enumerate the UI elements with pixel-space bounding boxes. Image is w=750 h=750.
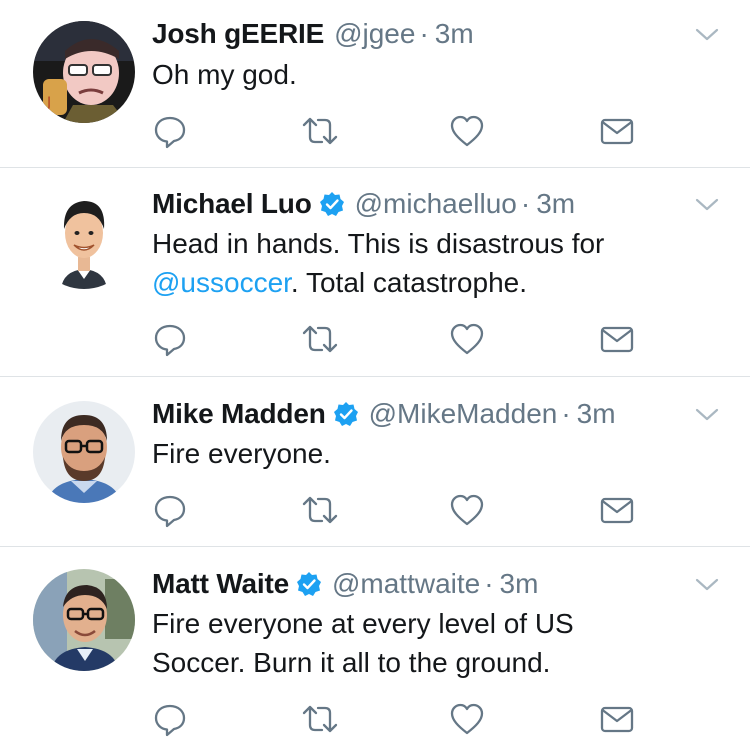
retweet-icon [302,496,338,524]
reply-button[interactable] [150,490,190,530]
author-handle[interactable]: @michaelluo [355,184,517,224]
separator-dot: · [484,568,494,599]
separator-dot: · [561,398,571,429]
author-name[interactable]: Matt Waite [152,564,289,604]
verified-badge-icon [333,402,358,426]
direct-message-icon [600,497,634,524]
reply-button[interactable] [150,319,190,359]
separator-dot: · [419,18,429,49]
chevron-down-icon[interactable] [692,195,722,215]
retweet-icon [302,117,338,145]
chevron-down-icon[interactable] [692,575,722,595]
tweet-text-line-2: Soccer. Burn it all to the ground. [152,647,551,678]
timestamp[interactable]: 3m [500,564,539,604]
cartoon-avatar-icon: J [33,21,135,123]
author-handle[interactable]: @MikeMadden [369,394,558,434]
tweet[interactable]: Mike Madden @MikeMadden · 3m Fire everyo… [0,377,750,546]
direct-message-button[interactable] [597,490,637,530]
avatar[interactable] [33,401,135,503]
retweet-icon [302,705,338,733]
direct-message-button[interactable] [597,699,637,739]
reply-button[interactable] [150,699,190,739]
tweet-text-line-2: @ussoccer. Total catastrophe. [152,263,712,302]
tweet[interactable]: J Josh gEERIE @jgee · 3m Oh my god. [0,0,750,167]
like-icon [450,323,484,355]
separator-dot: · [520,188,531,219]
svg-text:J: J [46,95,51,111]
tweet[interactable]: Matt Waite @mattwaite · 3m Fire everyone… [0,547,750,750]
direct-message-icon [600,326,634,353]
author-name[interactable]: Michael Luo [152,184,312,224]
reply-button[interactable] [150,111,190,151]
photo-avatar-icon [33,569,135,671]
avatar[interactable]: J [33,21,135,123]
verified-badge-icon [296,572,321,596]
retweet-icon [302,325,338,353]
like-icon [450,703,484,735]
like-button[interactable] [447,319,487,359]
avatar[interactable] [33,187,135,289]
direct-message-button[interactable] [597,111,637,151]
verified-badge-icon [319,192,344,216]
author-name[interactable]: Josh gEERIE [152,14,324,54]
retweet-button[interactable] [300,490,340,530]
like-button[interactable] [447,699,487,739]
chevron-down-icon[interactable] [692,405,722,425]
like-icon [450,494,484,526]
direct-message-icon [600,706,634,733]
direct-message-button[interactable] [597,319,637,359]
like-icon [450,115,484,147]
retweet-button[interactable] [300,111,340,151]
tweet-text-continued: . Total catastrophe. [290,267,527,298]
mention-link[interactable]: @ussoccer [152,267,291,298]
reply-icon [154,704,186,737]
timestamp[interactable]: 3m [435,14,474,54]
avatar[interactable] [33,569,135,671]
photo-avatar-icon [33,401,135,503]
tweet-text: Oh my god. [152,59,297,90]
reply-icon [154,116,186,149]
retweet-button[interactable] [300,319,340,359]
direct-message-icon [600,118,634,145]
timestamp[interactable]: 3m [577,394,616,434]
tweet-text: Fire everyone at every level of US [152,608,574,639]
reply-icon [154,324,186,357]
tweet-text: Head in hands. This is disastrous for [152,228,605,259]
author-handle[interactable]: @mattwaite [332,564,480,604]
timestamp[interactable]: 3m [536,184,575,224]
tweet-text: Fire everyone. [152,438,331,469]
chevron-down-icon[interactable] [692,25,722,45]
author-handle[interactable]: @jgee [334,14,415,54]
illustrated-avatar-icon [33,187,135,289]
retweet-button[interactable] [300,699,340,739]
like-button[interactable] [447,490,487,530]
like-button[interactable] [447,111,487,151]
author-name[interactable]: Mike Madden [152,394,326,434]
reply-icon [154,495,186,528]
tweet[interactable]: Michael Luo @michaelluo · 3m Head in han… [0,168,750,376]
